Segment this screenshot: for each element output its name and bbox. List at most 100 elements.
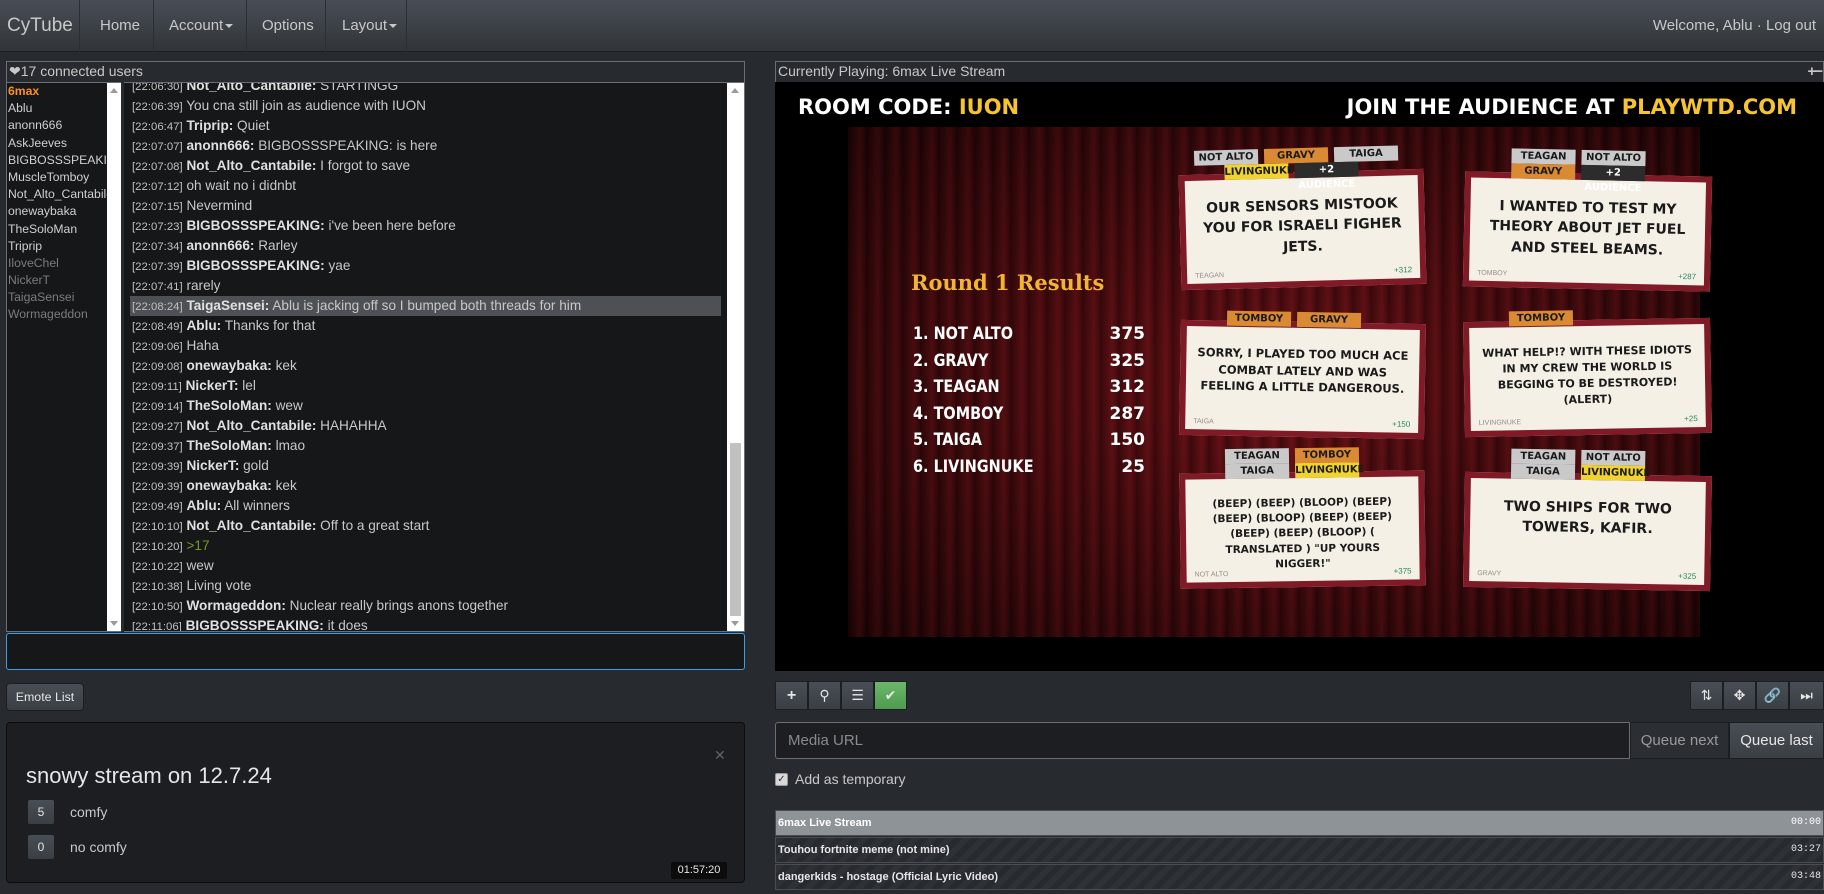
chat-message: [22:10:10] Not_Alto_Cantabile: Off to a …	[130, 516, 721, 536]
fullscreen-button[interactable]: ✥	[1723, 681, 1756, 710]
poll-vote-button[interactable]: 0	[27, 834, 55, 860]
chat-username[interactable]: Wormageddon:	[186, 598, 285, 613]
media-url-input[interactable]: Media URL	[775, 722, 1630, 759]
chat-username[interactable]: anonn666:	[186, 238, 254, 253]
queue-entry[interactable]: Touhou fortnite meme (not mine) 03:27	[775, 837, 1824, 863]
userlist-item[interactable]: Not_Alto_Cantabile	[7, 186, 107, 203]
chat-text: i've been here before	[324, 218, 456, 233]
chat-username[interactable]: TheSoloMan:	[186, 398, 271, 413]
chat-username[interactable]: Not_Alto_Cantabile:	[186, 418, 316, 433]
nav-home[interactable]: Home	[100, 17, 140, 34]
poll-title: snowy stream on 12.7.24	[26, 763, 272, 788]
chat-username[interactable]: Not_Alto_Cantabile:	[186, 83, 316, 93]
chat-username[interactable]: BIGBOSSSPEAKING:	[186, 218, 324, 233]
nav-layout-dropdown[interactable]: Layout	[342, 17, 398, 34]
emote-list-button[interactable]: Emote List	[6, 683, 84, 711]
voter-tag: LIVINGNUKE	[1580, 464, 1651, 481]
chat-text: kek	[271, 358, 297, 373]
queue-title[interactable]: 6max Live Stream	[778, 817, 872, 829]
video-player[interactable]: ROOM CODE: IUON JOIN THE AUDIENCE AT PLA…	[775, 82, 1824, 671]
chat-message: [22:10:22] wew	[130, 556, 721, 576]
check-icon: ✔	[884, 687, 897, 703]
chat-input[interactable]	[6, 633, 745, 670]
userlist-item[interactable]: MuscleTomboy	[7, 169, 107, 186]
userlist-toggle[interactable]: ❤17 connected users	[6, 61, 745, 82]
voter-tag: NOT ALTO	[1581, 449, 1646, 466]
chat-username[interactable]: onewaybaka:	[186, 358, 271, 373]
userlist-item[interactable]: Ablu	[7, 100, 107, 117]
card-score: +375	[1393, 566, 1412, 576]
message-list: [22:06:30] Not_Alto_Cantabile: STARTINGG…	[130, 83, 721, 631]
reload-player-button[interactable]: ⇅	[1690, 681, 1723, 710]
userlist-item[interactable]: NickerT	[7, 272, 107, 289]
chat-text: rarely	[182, 278, 221, 293]
close-icon[interactable]: ✕	[714, 747, 726, 764]
card-author: GRAVY	[1477, 570, 1502, 578]
chat-username[interactable]: Not_Alto_Cantabile:	[186, 158, 316, 173]
chat-timestamp: [22:10:50]	[132, 601, 183, 613]
userlist-item[interactable]: AskJeeves	[7, 135, 107, 152]
userlist-item[interactable]: BIGBOSSSPEAKING	[7, 152, 107, 169]
chat-username[interactable]: TaigaSensei:	[186, 298, 269, 313]
userlist-item[interactable]: Wormageddon	[7, 306, 107, 323]
chat-username[interactable]: onewaybaka:	[186, 478, 271, 493]
queue-next-button[interactable]: Queue next	[1630, 722, 1729, 759]
card-answer-text: SORRY, I PLAYED TOO MUCH ACE COMBAT LATE…	[1197, 345, 1409, 397]
chat-username[interactable]: TheSoloMan:	[186, 438, 271, 453]
userlist-item[interactable]: TaigaSensei	[7, 289, 107, 306]
chat-username[interactable]: Ablu:	[186, 318, 221, 333]
queue-entry[interactable]: 6max Live Stream 00:00	[775, 810, 1824, 836]
nav-account-dropdown[interactable]: Account	[169, 17, 234, 34]
chat-text: lmao	[271, 438, 306, 453]
brand-link[interactable]: CyTube	[7, 15, 73, 37]
resize-video-icon[interactable]: +−	[1807, 62, 1822, 81]
voteskip-button[interactable]: ✔	[874, 681, 907, 710]
userlist-item[interactable]: anonn666	[7, 117, 107, 134]
queue-title[interactable]: Touhou fortnite meme (not mine)	[778, 844, 950, 856]
chat-timestamp: [22:10:20]	[132, 541, 183, 553]
logout-link[interactable]: Log out	[1766, 17, 1816, 34]
link-button[interactable]: 🔗	[1756, 681, 1789, 710]
score-value: 25	[1121, 456, 1145, 477]
chat-username[interactable]: NickerT:	[186, 458, 239, 473]
userlist-scrollbar[interactable]	[107, 82, 121, 632]
chat-message: [22:07:23] BIGBOSSSPEAKING: i've been he…	[130, 216, 721, 236]
chat-text: All winners	[221, 498, 290, 513]
chat-scrollbar[interactable]	[727, 82, 745, 632]
chat-username[interactable]: Not_Alto_Cantabile:	[186, 518, 316, 533]
userlist-item[interactable]: Triprip	[7, 238, 107, 255]
scroll-down-icon[interactable]	[731, 621, 739, 626]
reload-icon: ⇅	[1700, 687, 1713, 703]
queue-entry[interactable]: dangerkids - hostage (Official Lyric Vid…	[775, 864, 1824, 890]
chat-username[interactable]: anonn666:	[186, 138, 254, 153]
scroll-up-icon[interactable]	[731, 88, 739, 93]
chat-username[interactable]: BIGBOSSSPEAKING:	[186, 258, 324, 273]
voter-tag: NOT ALTO	[1581, 149, 1646, 167]
userlist-item[interactable]: 6max	[7, 83, 107, 100]
chat-timestamp: [22:09:49]	[132, 501, 183, 513]
chat-username[interactable]: Ablu:	[186, 498, 221, 513]
queue-title[interactable]: dangerkids - hostage (Official Lyric Vid…	[778, 871, 998, 883]
chat-timestamp: [22:09:14]	[132, 401, 183, 413]
nav-options[interactable]: Options	[262, 17, 314, 34]
userlist-item[interactable]: onewaybaka	[7, 203, 107, 220]
score-value: 312	[1109, 377, 1146, 397]
poll-vote-button[interactable]: 5	[27, 799, 55, 825]
plus-icon: +	[786, 687, 797, 704]
userlist-item[interactable]: TheSoloMan	[7, 221, 107, 238]
video-header: Currently Playing: 6max Live Stream +−	[775, 61, 1824, 82]
skip-button[interactable]: ⏭	[1789, 681, 1824, 710]
temporary-checkbox[interactable]: ✓	[775, 773, 788, 786]
chat-username[interactable]: NickerT:	[186, 378, 239, 393]
scroll-up-icon[interactable]	[110, 88, 118, 93]
userlist-item[interactable]: IloveChel	[7, 255, 107, 272]
scrollbar-thumb[interactable]	[730, 443, 741, 616]
playlist-button[interactable]: ☰	[841, 681, 874, 710]
search-library-button[interactable]: ⚲	[808, 681, 841, 710]
add-media-button[interactable]: +	[775, 681, 808, 710]
chat-username[interactable]: BIGBOSSSPEAKING:	[186, 618, 324, 631]
queue-last-button[interactable]: Queue last	[1729, 722, 1824, 759]
scroll-down-icon[interactable]	[110, 621, 118, 626]
chat-username[interactable]: Triprip:	[186, 118, 233, 133]
score-value: 287	[1109, 403, 1146, 424]
